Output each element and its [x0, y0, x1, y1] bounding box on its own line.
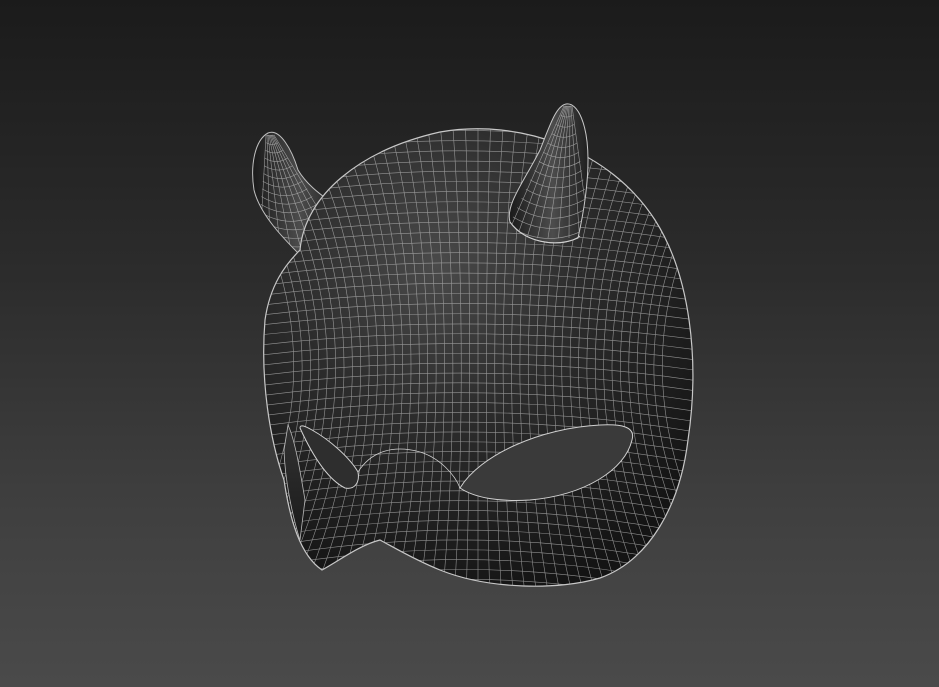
3d-viewport[interactable] [0, 0, 939, 687]
scene-canvas[interactable] [0, 0, 939, 687]
